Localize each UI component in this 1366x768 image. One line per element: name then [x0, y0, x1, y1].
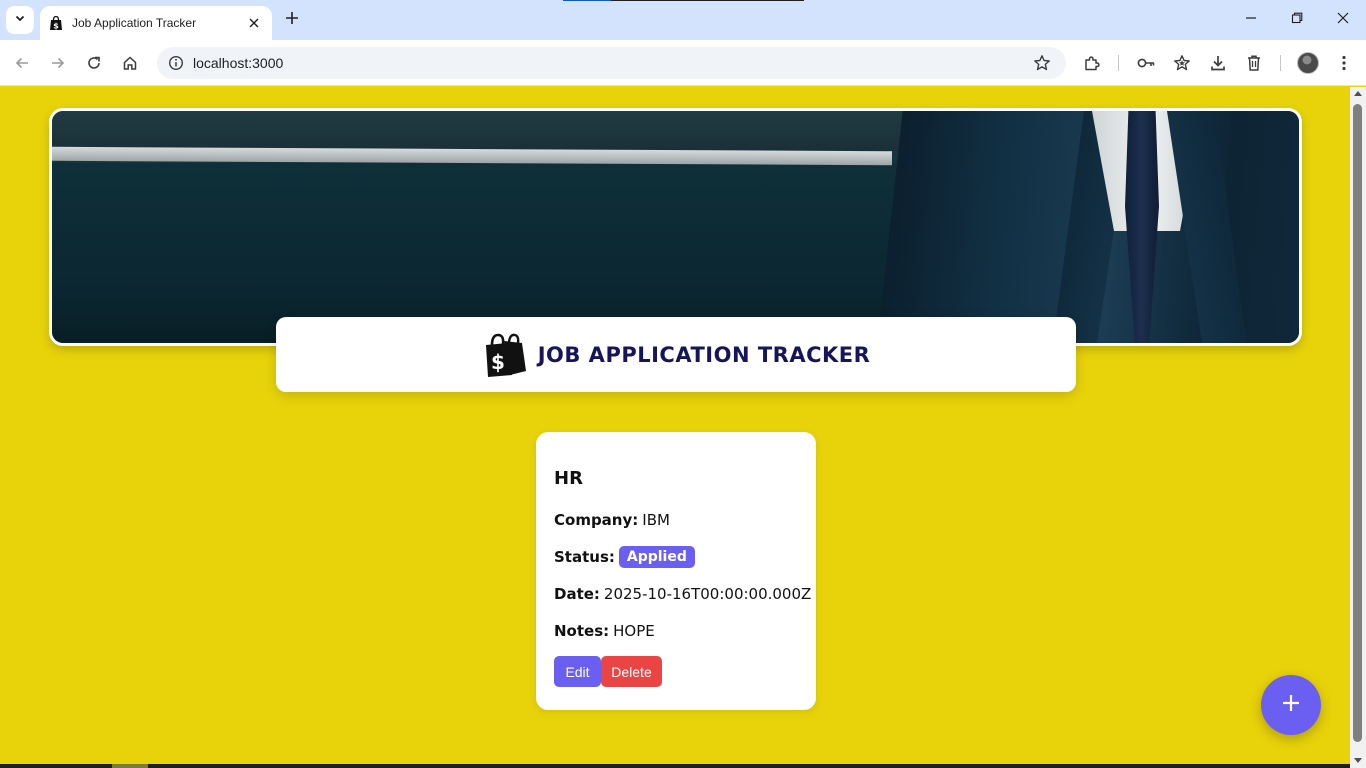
edit-button[interactable]: Edit: [554, 656, 601, 687]
window-close-button[interactable]: [1328, 6, 1358, 34]
restore-button[interactable]: [1282, 6, 1312, 34]
download-icon[interactable]: [1206, 51, 1230, 75]
notes-value: HOPE: [613, 621, 655, 640]
date-value: 2025-10-16T00:00:00.000Z: [603, 584, 812, 603]
app-header: $ JOB APPLICATION TRACKER: [276, 317, 1076, 392]
new-tab-button[interactable]: [280, 8, 304, 32]
browser-tab[interactable]: $ Job Application Tracker: [40, 6, 272, 40]
card-actions: Edit Delete: [554, 656, 798, 687]
tab-search-button[interactable]: [6, 6, 34, 34]
shopping-bag-dollar-icon: $: [48, 15, 64, 31]
bookmarks-star-icon[interactable]: [1170, 51, 1194, 75]
notes-label: Notes:: [554, 621, 610, 640]
chevron-down-icon: [14, 11, 26, 29]
password-key-icon[interactable]: [1134, 51, 1158, 75]
scroll-down-arrow-icon[interactable]: [1354, 758, 1362, 763]
home-icon[interactable]: [118, 51, 142, 75]
company-label: Company:: [554, 510, 639, 529]
scroll-up-arrow-icon[interactable]: [1354, 91, 1362, 96]
minimize-button[interactable]: [1236, 6, 1266, 34]
svg-text:$: $: [491, 350, 505, 374]
add-job-button[interactable]: [1261, 675, 1321, 735]
info-icon[interactable]: [159, 47, 193, 79]
address-bar[interactable]: localhost:3000: [157, 47, 1066, 79]
scrollbar-thumb[interactable]: [1353, 104, 1362, 742]
status-badge: Applied: [618, 545, 695, 568]
status-row: Status: Applied: [554, 545, 798, 568]
tab-strip-indicator-active: [563, 0, 611, 1]
hero-banner-image: [49, 108, 1302, 346]
forward-icon[interactable]: [46, 51, 70, 75]
job-card: HR Company: IBM Status: Applied Date: 20…: [536, 432, 816, 710]
close-icon: [1337, 11, 1349, 29]
reload-icon[interactable]: [82, 51, 106, 75]
tab-title: Job Application Tracker: [72, 16, 197, 30]
restore-icon: [1291, 11, 1303, 29]
browser-toolbar: localhost:3000: [0, 40, 1366, 86]
extensions-icon[interactable]: [1080, 51, 1104, 75]
delete-button[interactable]: Delete: [601, 656, 662, 687]
toolbar-divider: [1280, 55, 1281, 71]
plus-icon: [1281, 693, 1301, 718]
app-page: $ JOB APPLICATION TRACKER HR Company: IB…: [0, 87, 1350, 768]
close-icon[interactable]: [246, 15, 262, 31]
shopping-bag-dollar-icon: $: [482, 331, 530, 379]
toolbar-divider: [1118, 55, 1119, 71]
taskbar-edge: [0, 764, 1350, 768]
plus-icon: [285, 11, 299, 30]
date-row: Date: 2025-10-16T00:00:00.000Z: [554, 582, 811, 605]
company-value: IBM: [642, 510, 670, 529]
star-icon[interactable]: [1032, 53, 1052, 73]
url-text: localhost:3000: [193, 55, 284, 71]
status-label: Status:: [554, 547, 615, 566]
back-icon[interactable]: [10, 51, 34, 75]
profile-avatar[interactable]: [1297, 52, 1319, 74]
menu-kebab-icon[interactable]: [1332, 51, 1356, 75]
trash-icon[interactable]: [1242, 51, 1266, 75]
svg-text:$: $: [53, 22, 59, 31]
notes-row: Notes: HOPE: [554, 619, 798, 642]
page-title: JOB APPLICATION TRACKER: [537, 342, 871, 367]
browser-tab-strip: $ Job Application Tracker: [0, 0, 1366, 40]
minimize-icon: [1245, 11, 1257, 29]
date-label: Date:: [554, 584, 600, 603]
company-row: Company: IBM: [554, 508, 798, 531]
page-scrollbar[interactable]: [1350, 87, 1366, 768]
job-title: HR: [554, 468, 583, 489]
